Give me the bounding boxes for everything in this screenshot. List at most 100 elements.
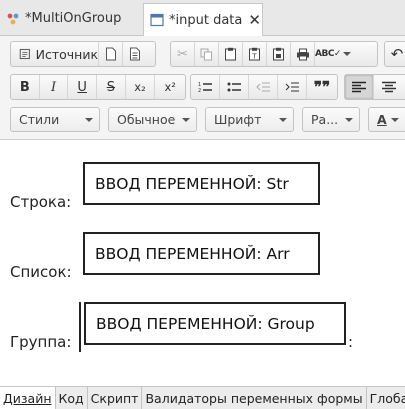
numbered-list-button[interactable]: 12 bbox=[191, 75, 220, 99]
tab-design-label: Дизайн bbox=[3, 390, 52, 406]
spellcheck-button[interactable]: ABC✓ bbox=[315, 42, 351, 66]
group-trailing-colon: : bbox=[348, 333, 354, 351]
variable-input-text: ВВОД ПЕРЕМЕННОЙ: Arr bbox=[95, 244, 290, 263]
list-group: 12 ❞❞ bbox=[190, 74, 338, 100]
indent-icon bbox=[285, 82, 299, 92]
variable-input-text: ВВОД ПЕРЕМЕННОЙ: Group bbox=[96, 314, 315, 333]
underline-icon: U bbox=[77, 79, 87, 95]
undo-icon: ↶ bbox=[390, 45, 404, 63]
tab-script-label: Скрипт bbox=[90, 390, 139, 406]
design-editor[interactable]: Строка: ВВОД ПЕРЕМЕННОЙ: Str Список: ВВО… bbox=[0, 141, 405, 386]
preview-button[interactable] bbox=[123, 42, 147, 66]
format-dropdown[interactable]: Обычное bbox=[108, 107, 197, 132]
close-icon[interactable]: ✕ bbox=[248, 11, 261, 29]
strikethrough-icon: S bbox=[106, 79, 115, 95]
indent-button[interactable] bbox=[278, 75, 307, 99]
paste-button[interactable] bbox=[219, 42, 243, 66]
row-label-group: Группа: bbox=[10, 333, 72, 351]
align-center-icon bbox=[381, 81, 396, 93]
group-container-border bbox=[79, 302, 81, 352]
chevron-down-icon bbox=[345, 117, 353, 122]
text-color-button[interactable]: A bbox=[368, 107, 405, 132]
tab-form-validators[interactable]: Валидаторы переменных формы bbox=[142, 387, 367, 409]
paste-text-button[interactable]: T bbox=[243, 42, 267, 66]
subscript-button[interactable]: x₂ bbox=[126, 75, 156, 99]
bottom-tab-bar: Дизайн Код Скрипт Валидаторы переменных … bbox=[0, 386, 405, 409]
source-button[interactable]: Источник bbox=[11, 42, 99, 66]
align-group bbox=[344, 74, 405, 100]
outdent-button[interactable] bbox=[249, 75, 278, 99]
form-icon bbox=[150, 13, 164, 27]
font-dropdown-label: Шрифт bbox=[214, 112, 262, 127]
superscript-icon: x² bbox=[164, 80, 176, 94]
quote-icon: ❞❞ bbox=[313, 78, 331, 96]
cut-icon: ✂ bbox=[177, 46, 188, 62]
italic-icon: I bbox=[50, 79, 57, 95]
preview-icon bbox=[130, 47, 140, 61]
print-button[interactable] bbox=[291, 42, 315, 66]
paste-word-button[interactable] bbox=[267, 42, 291, 66]
paste-word-icon bbox=[273, 47, 284, 61]
tab-label: *MultiOnGroup bbox=[25, 11, 122, 26]
subscript-icon: x₂ bbox=[134, 80, 146, 94]
bullet-list-icon bbox=[227, 82, 241, 92]
tab-multiongroup[interactable]: *MultiOnGroup bbox=[0, 3, 140, 34]
editor-tab-bar: *MultiOnGroup *input data ✕ bbox=[0, 0, 405, 36]
history-group: ↶ bbox=[384, 41, 405, 67]
styles-dropdown[interactable]: Стили bbox=[10, 107, 100, 132]
tab-global[interactable]: Глобал bbox=[367, 387, 405, 409]
variable-input-arr[interactable]: ВВОД ПЕРЕМЕННОЙ: Arr bbox=[83, 232, 320, 275]
align-left-icon bbox=[352, 81, 366, 93]
cut-button[interactable]: ✂ bbox=[171, 42, 195, 66]
outdent-icon bbox=[256, 82, 270, 92]
font-size-dropdown[interactable]: Ра... bbox=[302, 107, 360, 132]
variable-input-str[interactable]: ВВОД ПЕРЕМЕННОЙ: Str bbox=[83, 162, 320, 205]
format-dropdown-label: Обычное bbox=[117, 112, 176, 127]
bullet-list-button[interactable] bbox=[220, 75, 249, 99]
tab-label: *input data bbox=[169, 12, 243, 28]
chevron-down-icon bbox=[342, 52, 351, 56]
copy-icon bbox=[200, 48, 212, 60]
tab-script[interactable]: Скрипт bbox=[88, 387, 143, 409]
text-color-icon: A bbox=[377, 112, 387, 127]
variable-input-group[interactable]: ВВОД ПЕРЕМЕННОЙ: Group bbox=[84, 302, 346, 345]
svg-text:T: T bbox=[251, 53, 257, 61]
copy-button[interactable] bbox=[195, 42, 219, 66]
numbered-list-icon: 12 bbox=[198, 82, 212, 93]
new-page-button[interactable] bbox=[99, 42, 123, 66]
chevron-down-icon bbox=[391, 117, 399, 122]
source-icon bbox=[19, 48, 30, 60]
source-label: Источник bbox=[35, 46, 98, 62]
bold-button[interactable]: B bbox=[11, 75, 40, 99]
row-label-list: Список: bbox=[10, 263, 72, 281]
clipboard-group: ✂ T ABC✓ bbox=[170, 41, 378, 67]
row-label-string: Строка: bbox=[10, 193, 72, 211]
variable-input-text: ВВОД ПЕРЕМЕННОЙ: Str bbox=[95, 174, 289, 193]
basic-styles-group: B I U S x₂ x² bbox=[10, 74, 186, 100]
bold-icon: B bbox=[19, 79, 30, 95]
strikethrough-button[interactable]: S bbox=[97, 75, 126, 99]
italic-button[interactable]: I bbox=[40, 75, 69, 99]
tab-form-validators-label: Валидаторы переменных формы bbox=[145, 390, 363, 406]
tab-design[interactable]: Дизайн bbox=[0, 387, 56, 409]
styles-dropdown-label: Стили bbox=[19, 112, 60, 127]
spellcheck-icon: ABC✓ bbox=[315, 49, 341, 59]
font-dropdown[interactable]: Шрифт bbox=[205, 107, 294, 132]
chevron-down-icon bbox=[182, 117, 190, 122]
tab-global-label: Глобал bbox=[369, 390, 405, 406]
tab-code-label: Код bbox=[58, 390, 84, 406]
superscript-button[interactable]: x² bbox=[155, 75, 185, 99]
paste-text-icon: T bbox=[249, 47, 260, 61]
underline-button[interactable]: U bbox=[68, 75, 98, 99]
editor-toolbar: Источник ✂ T ABC✓ ↶ B I U S x₂ x² 1 2 ❞❞… bbox=[0, 36, 405, 140]
font-size-dropdown-label: Ра... bbox=[311, 112, 339, 127]
tab-input-data[interactable]: *input data ✕ bbox=[143, 3, 263, 36]
align-left-button[interactable] bbox=[345, 75, 374, 99]
chevron-down-icon bbox=[279, 117, 287, 122]
blockquote-button[interactable]: ❞❞ bbox=[307, 75, 337, 99]
tab-code[interactable]: Код bbox=[56, 387, 88, 409]
undo-button[interactable]: ↶ bbox=[385, 42, 405, 66]
align-center-button[interactable] bbox=[374, 75, 403, 99]
chevron-down-icon bbox=[85, 117, 93, 122]
process-icon bbox=[6, 12, 20, 26]
